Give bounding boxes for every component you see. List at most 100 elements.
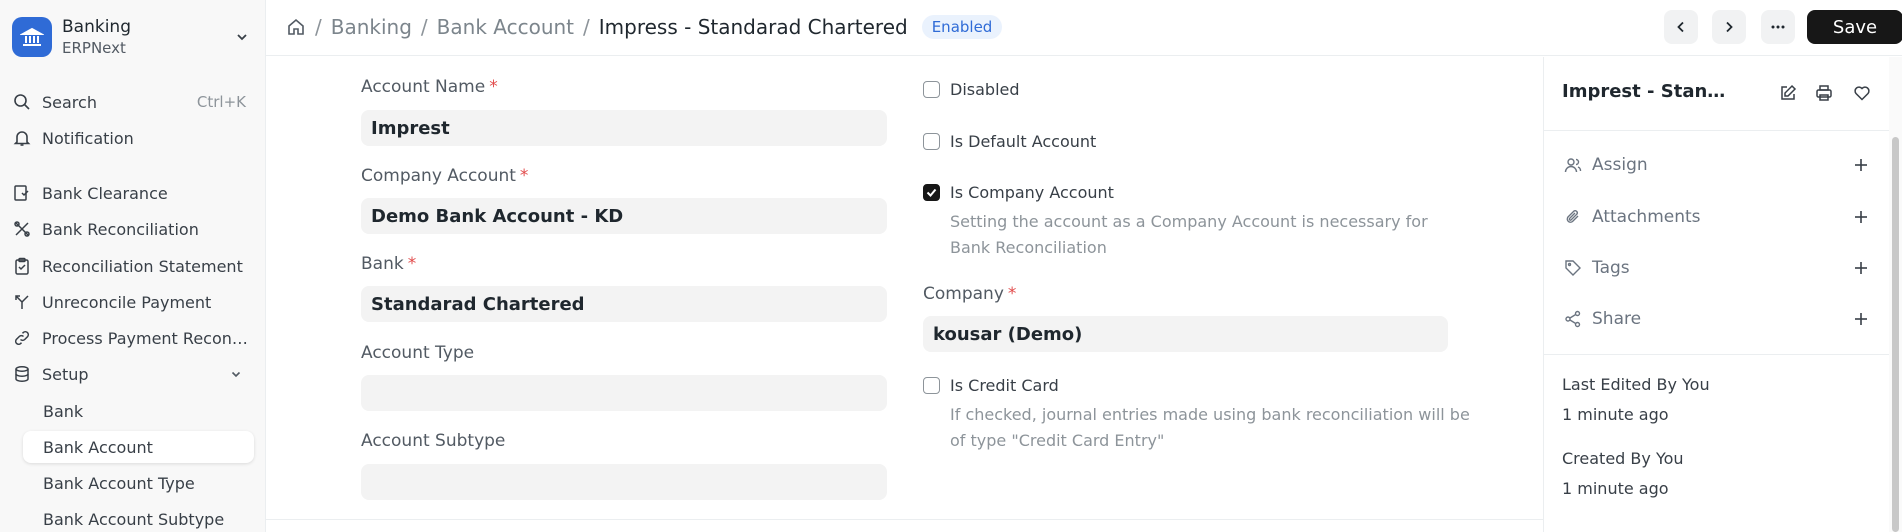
plus-icon[interactable] [1850,308,1872,330]
description-line: If checked, journal entries made using b… [950,405,1470,424]
sidebar-item-unreconcile-payment[interactable]: Unreconcile Payment [12,287,254,317]
is-company-account-label: Is Company Account [950,183,1114,202]
split-icon [12,292,32,312]
sidebar-notification[interactable]: Notification [12,123,254,153]
sidebar-subitem-label: Bank [43,401,84,421]
plus-icon[interactable] [1850,257,1872,279]
next-button[interactable] [1712,10,1746,44]
is-default-account-checkbox[interactable] [923,133,940,150]
bank-label-text: Bank [361,254,404,274]
sidebar-search[interactable]: Search Ctrl+K [12,87,254,117]
breadcrumb-banking[interactable]: Banking [331,15,412,39]
more-horizontal-icon [1770,19,1786,35]
is-company-account-checkbox[interactable] [923,184,940,201]
sidebar-item-bank-reconciliation[interactable]: Bank Reconciliation [12,214,254,244]
attachments-row[interactable]: Attachments [1562,202,1872,232]
workspace-subtitle: ERPNext [62,39,126,57]
divider [1544,130,1890,131]
account-subtype-field[interactable] [361,464,887,500]
chevron-down-icon[interactable] [232,27,252,47]
is-default-account-row[interactable]: Is Default Account [923,132,1096,151]
last-edited-time: 1 minute ago [1562,405,1669,424]
link-icon [12,328,32,348]
sidebar-item-process-payment-reconciliation[interactable]: Process Payment Reconciliation [12,323,254,353]
company-account-field[interactable]: Demo Bank Account - KD [361,198,887,234]
is-credit-card-row[interactable]: Is Credit Card [923,376,1059,395]
user-icon [1562,154,1584,176]
heart-icon[interactable] [1850,81,1874,105]
is-credit-card-checkbox[interactable] [923,377,940,394]
form-body: Account Name * Imprest Company Account * D… [266,57,1543,519]
scrollbar-thumb[interactable] [1892,137,1899,532]
form-sidebar: Imprest - Standarad Chartered Assign Att… [1543,57,1890,532]
sidebar-item-label: Setup [42,364,89,384]
sidebar-subitem-bank-account-subtype[interactable]: Bank Account Subtype [23,503,254,532]
sidebar-subitem-bank-account[interactable]: Bank Account [23,431,254,463]
disabled-label: Disabled [950,80,1020,99]
last-edited-by: Last Edited By You [1562,375,1710,394]
bank-field[interactable]: Standarad Chartered [361,286,887,322]
plus-icon[interactable] [1850,206,1872,228]
tools-icon [12,219,32,239]
database-icon [12,364,32,384]
save-button[interactable]: Save [1807,10,1902,44]
search-shortcut: Ctrl+K [196,93,246,111]
workspace-switcher[interactable]: Banking ERPNext [12,16,252,58]
printer-icon[interactable] [1812,81,1836,105]
plus-icon[interactable] [1850,154,1872,176]
edit-icon[interactable] [1776,81,1800,105]
sidebar-item-setup[interactable]: Setup [12,359,254,389]
company-field[interactable]: kousar (Demo) [923,316,1448,352]
disabled-checkbox[interactable] [923,81,940,98]
check-icon [926,188,937,197]
company-label-text: Company [923,284,1004,304]
form-divider [266,519,1543,520]
book-check-icon [12,183,32,203]
sidebar-item-label: Bank Clearance [42,183,168,203]
breadcrumb-separator: / [420,15,428,39]
is-credit-card-label: Is Credit Card [950,376,1059,395]
sidebar-subitem-label: Bank Account Type [43,473,195,493]
sidebar-subitem-bank[interactable]: Bank [23,395,254,427]
breadcrumb-bank-account[interactable]: Bank Account [437,15,574,39]
account-name-label-text: Account Name [361,77,486,97]
sidebar-item-reconciliation-statement[interactable]: Reconciliation Statement [12,251,254,281]
description-line: Bank Reconciliation [950,238,1107,257]
share-row[interactable]: Share [1562,304,1872,334]
company-label: Company * [923,284,1016,304]
is-company-account-row[interactable]: Is Company Account [923,183,1114,202]
clipboard-check-icon [12,256,32,276]
bank-icon [12,17,52,57]
company-account-label: Company Account * [361,166,528,186]
required-marker: * [407,254,417,274]
scrollbar[interactable] [1889,57,1902,532]
divider [1544,354,1890,355]
bank-label: Bank * [361,254,416,274]
sidebar-item-label: Unreconcile Payment [42,292,212,312]
tags-row[interactable]: Tags [1562,253,1872,283]
account-type-field[interactable] [361,375,887,411]
account-name-field[interactable]: Imprest [361,110,887,146]
required-marker: * [489,77,498,97]
sidebar-item-bank-clearance[interactable]: Bank Clearance [12,178,254,208]
assign-row[interactable]: Assign [1562,150,1872,180]
sidebar-subitem-label: Bank Account [43,437,153,457]
bell-icon [12,128,32,148]
topbar: / Banking / Bank Account / Impress - Sta… [266,0,1902,56]
prev-button[interactable] [1664,10,1698,44]
tag-icon [1562,257,1584,279]
is-company-account-description: Setting the account as a Company Account… [950,209,1428,261]
disabled-checkbox-row[interactable]: Disabled [923,80,1020,99]
chevron-down-icon[interactable] [226,364,246,384]
breadcrumb-separator: / [315,15,322,39]
is-default-account-label: Is Default Account [950,132,1097,151]
tags-label: Tags [1592,258,1630,278]
app-root: Banking ERPNext Search Ctrl+K Notificati… [0,0,1902,532]
breadcrumb-separator: / [583,15,590,39]
notification-label: Notification [42,128,134,148]
sidebar-subitem-bank-account-type[interactable]: Bank Account Type [23,467,254,499]
side-title: Imprest - Standarad Chartered [1562,81,1738,102]
sidebar-subitem-label: Bank Account Subtype [43,509,225,529]
more-button[interactable] [1761,10,1795,44]
home-icon[interactable] [286,17,306,37]
